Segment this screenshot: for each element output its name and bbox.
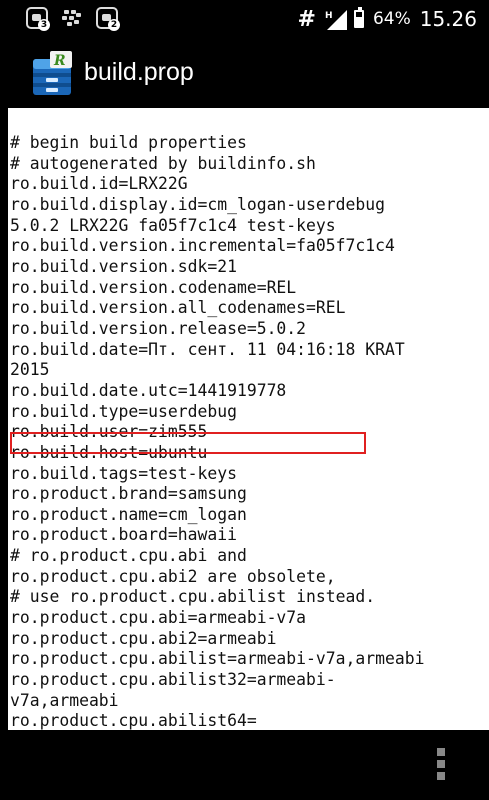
file-content-view[interactable]: # begin build properties # autogenerated …	[8, 108, 489, 730]
file-line: ro.product.name=cm_logan	[10, 504, 247, 524]
file-line: 5.0.2 LRX22G fa05f7c1c4 test-keys	[10, 215, 336, 235]
notification-badge-icon: 2	[96, 7, 120, 31]
blackberry-messenger-icon	[62, 9, 82, 27]
file-line: ro.product.board=hawaii	[10, 525, 237, 545]
file-line: ro.product.cpu.abi=armeabi-v7a	[10, 608, 307, 628]
root-explorer-icon[interactable]: R	[30, 51, 74, 97]
file-line: ro.build.version.all_codenames=REL	[10, 298, 346, 318]
file-line: v7a,armeabi	[10, 690, 119, 710]
signal-strength-icon: H	[325, 10, 347, 30]
battery-icon	[353, 7, 364, 28]
overflow-menu-icon[interactable]	[435, 748, 447, 784]
battery-percent: 64%	[372, 9, 411, 29]
status-bar: 3 2 # H 64% 15.26	[0, 0, 489, 38]
file-line: ro.build.type=userdebug	[10, 401, 237, 421]
file-line: ro.product.cpu.abilist=armeabi-v7a,armea…	[10, 649, 425, 669]
notification-badge-icon: 3	[26, 7, 50, 31]
file-line: ro.build.id=LRX22G	[10, 174, 188, 194]
file-line: ro.build.host=ubuntu	[10, 442, 208, 462]
file-line: ro.build.date.utc=1441919778	[10, 380, 287, 400]
file-line: # ro.product.cpu.abi and	[10, 546, 247, 566]
build-prop-lines: # begin build properties # autogenerated …	[10, 133, 424, 730]
file-line: ro.build.display.id=cm_logan-userdebug	[10, 194, 385, 214]
navigation-bar	[0, 730, 489, 800]
file-line: 2015	[10, 360, 50, 380]
file-line: ro.product.brand=samsung	[10, 484, 247, 504]
signal-type-label: H	[325, 11, 333, 21]
action-bar: R build.prop	[0, 38, 489, 108]
file-line: ro.build.tags=test-keys	[10, 463, 237, 483]
file-line: ro.product.cpu.abilist32=armeabi-	[10, 670, 336, 690]
highlighted-line: ro.build.version.release=5.0.2	[10, 318, 307, 338]
svg-text:R: R	[53, 53, 66, 69]
notification-count: 2	[108, 19, 120, 31]
file-line: ro.product.cpu.abilist64=	[10, 711, 257, 730]
file-line: ro.build.date=Пт. сент. 11 04:16:18 KRAT	[10, 339, 405, 359]
app-title: build.prop	[84, 58, 194, 86]
notification-count: 3	[38, 19, 50, 31]
file-line: ro.build.user=zim555	[10, 422, 208, 442]
network-indicator: #	[297, 6, 316, 32]
file-line: # use ro.product.cpu.abilist instead.	[10, 587, 376, 607]
file-line: ro.product.cpu.abi2 are obsolete,	[10, 566, 336, 586]
file-line: ro.build.version.codename=REL	[10, 277, 297, 297]
battery-level-fill	[355, 17, 362, 26]
file-line: # autogenerated by buildinfo.sh	[10, 153, 316, 173]
file-line: ro.build.version.sdk=21	[10, 256, 237, 276]
file-line: ro.build.version.incremental=fa05f7c1c4	[10, 236, 395, 256]
file-line: # begin build properties	[10, 133, 247, 152]
clock: 15.26	[419, 7, 477, 31]
file-line: ro.product.cpu.abi2=armeabi	[10, 628, 277, 648]
